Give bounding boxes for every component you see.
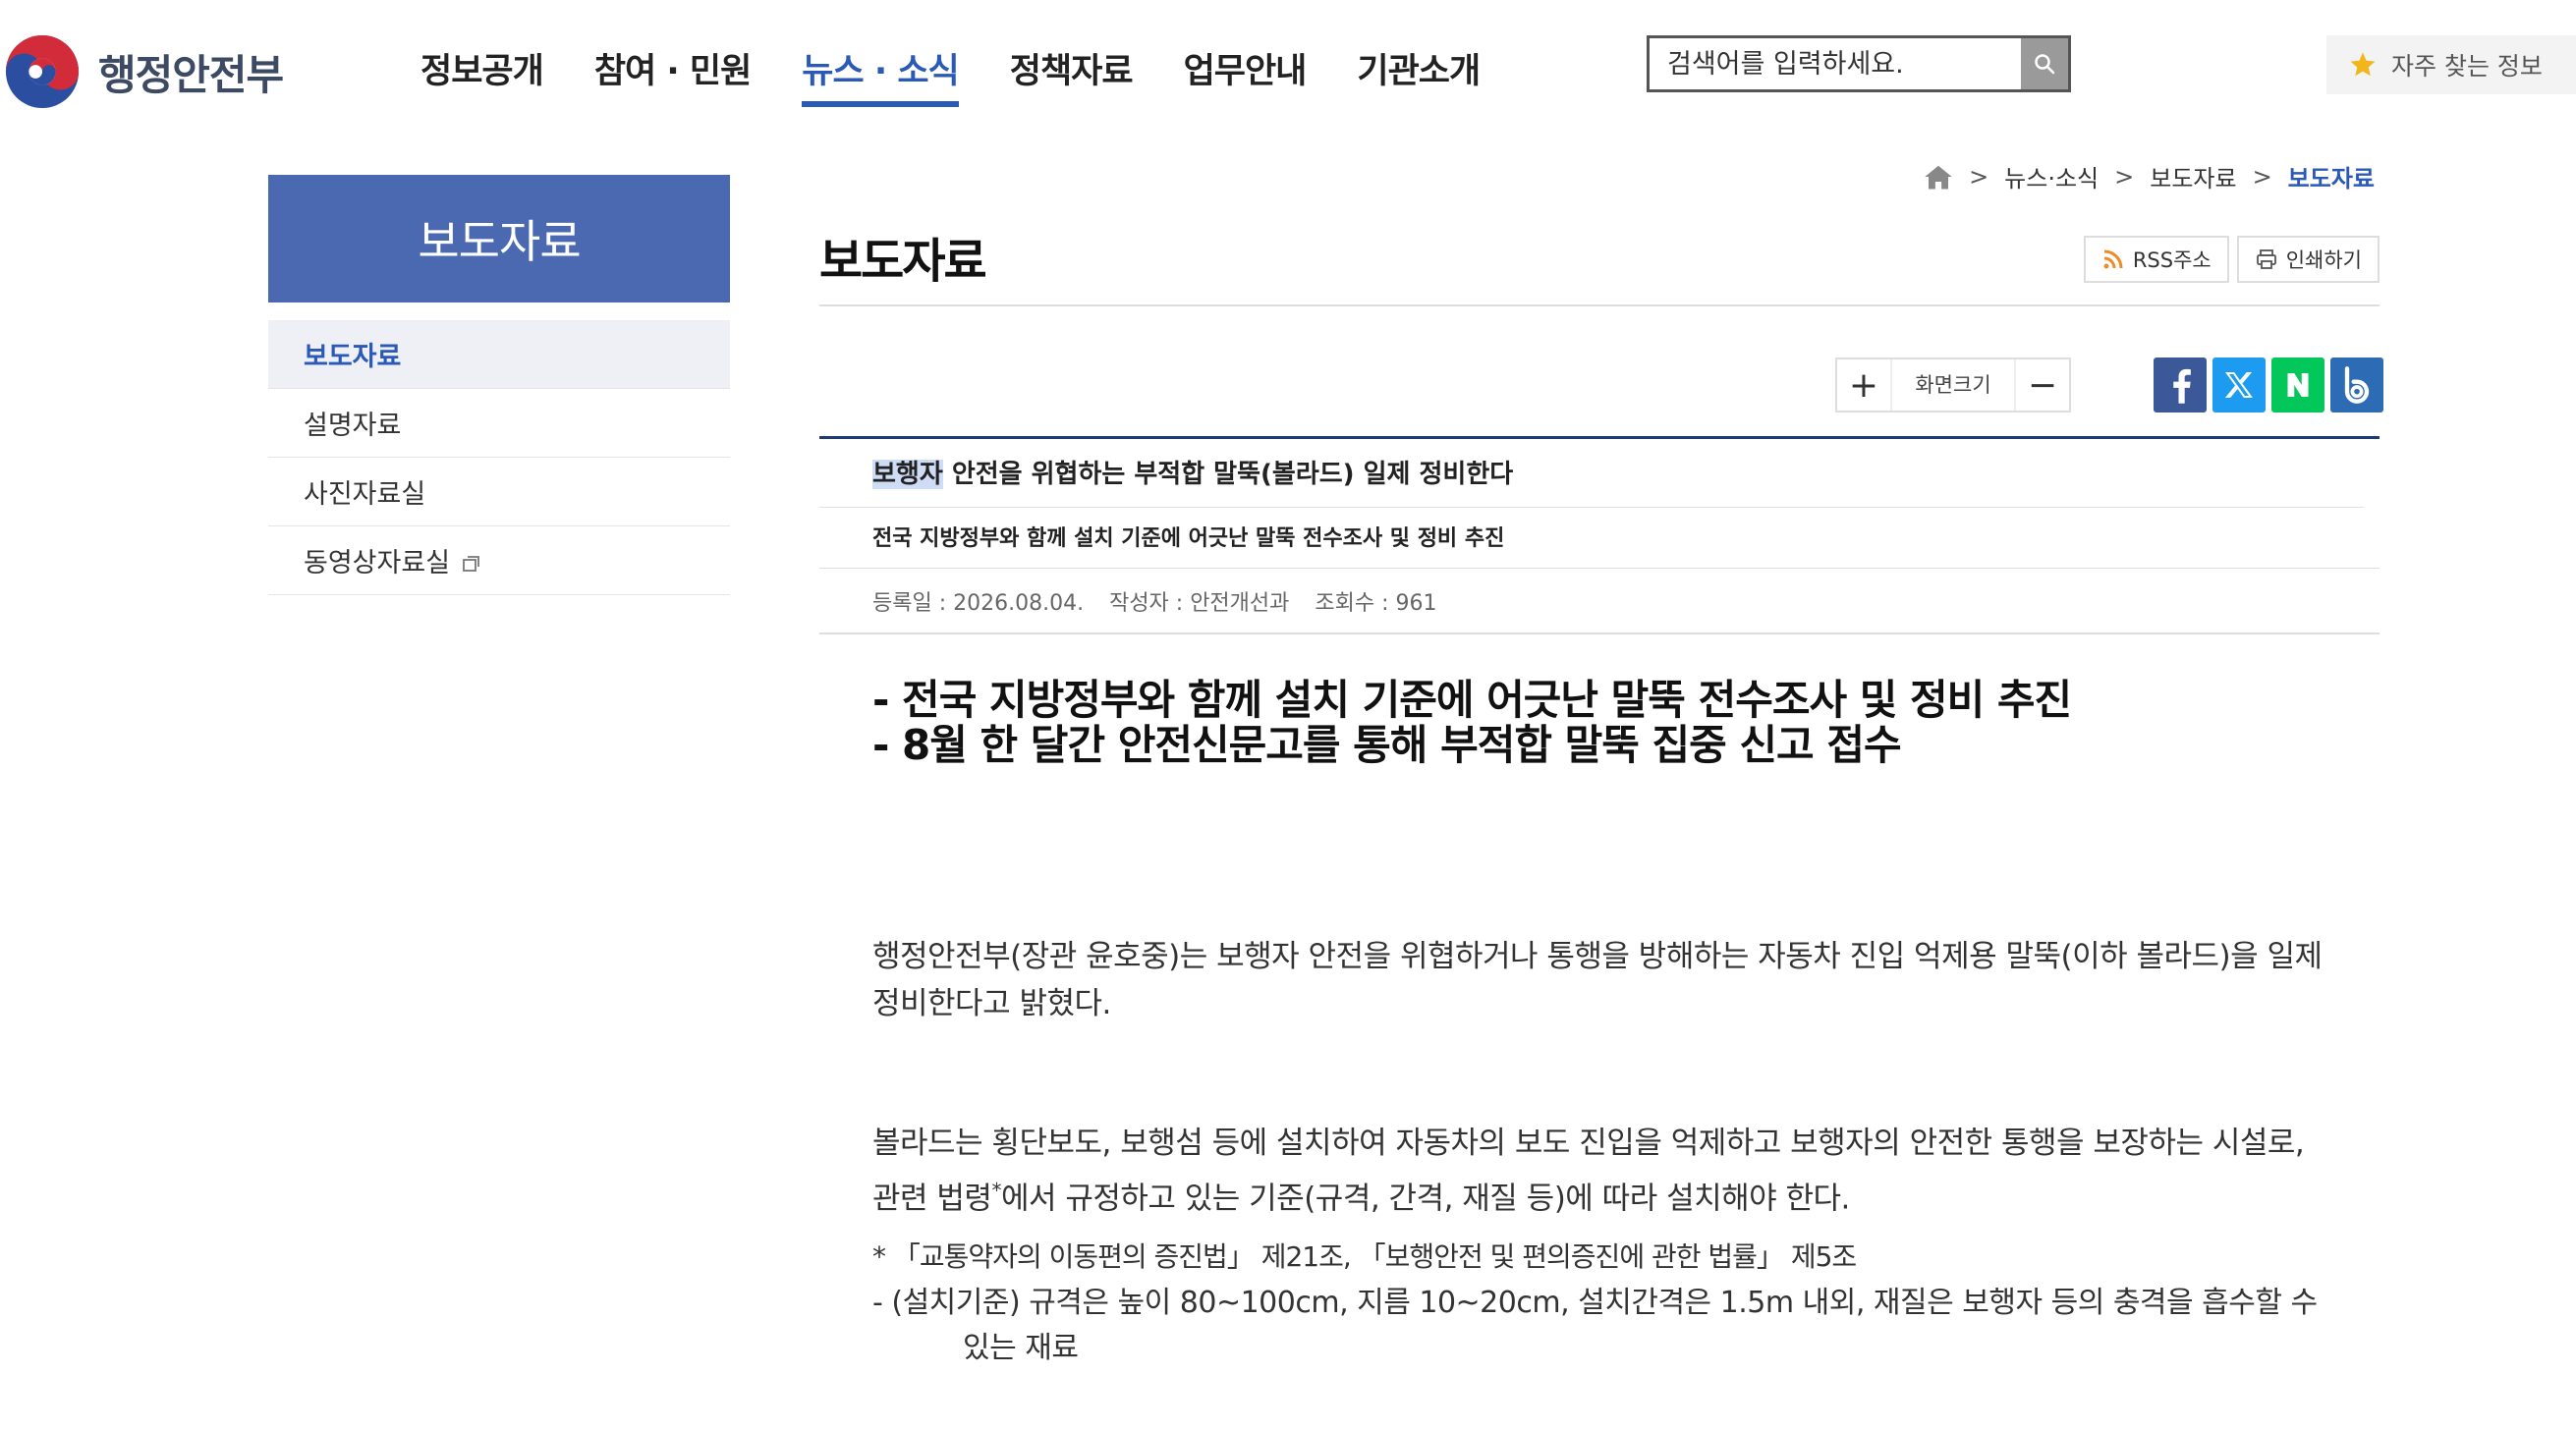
- installation-standard-note: - (설치기준) 규격은 높이 80~100cm, 지름 10~20cm, 설치…: [872, 1281, 2326, 1371]
- sidebar-item-label: 보도자료: [304, 342, 402, 372]
- font-size-increase-button[interactable]: +: [1837, 359, 1890, 411]
- title-divider: [819, 304, 2380, 306]
- taegeuk-logo-icon: [5, 34, 80, 109]
- headline-2: - 8월 한 달간 안전신문고를 통해 부적합 말뚝 집중 신고 접수: [872, 721, 1902, 769]
- sidebar-item-label: 사진자료실: [304, 479, 426, 510]
- x-share-button[interactable]: [2212, 358, 2266, 412]
- nav-item-participation[interactable]: 참여 · 민원: [594, 43, 752, 107]
- font-size-label: 화면크기: [1890, 359, 2016, 411]
- sidebar-item-explanation[interactable]: 설명자료: [268, 389, 730, 458]
- star-icon: [2350, 52, 2376, 77]
- page-title: 보도자료: [819, 234, 987, 289]
- standard-note-line-2: 있는 재료: [963, 1331, 1079, 1365]
- font-size-decrease-button[interactable]: −: [2016, 359, 2069, 411]
- article-top-border: [819, 436, 2380, 439]
- logo-text: 행정안전부: [98, 50, 284, 99]
- facebook-icon: [2173, 368, 2191, 404]
- nav-item-policy[interactable]: 정책자료: [1010, 43, 1134, 107]
- search-button[interactable]: [2021, 38, 2068, 89]
- printer-icon: [2256, 249, 2276, 269]
- sidebar-item-photo[interactable]: 사진자료실: [268, 458, 730, 526]
- font-size-control: + 화면크기 −: [1835, 358, 2071, 412]
- search-input[interactable]: [1650, 38, 2021, 89]
- favorites-button[interactable]: 자주 찾는 정보: [2326, 35, 2576, 94]
- share-buttons: [2148, 358, 2383, 412]
- meta-divider: [819, 568, 2380, 569]
- naver-share-button[interactable]: [2271, 358, 2324, 412]
- headline-1: - 전국 지방정부와 함께 설치 기준에 어긋난 말뚝 전수조사 및 정비 추진: [872, 676, 2072, 724]
- article-subtitle: 전국 지방정부와 함께 설치 기준에 어긋난 말뚝 전수조사 및 정비 추진: [872, 526, 1505, 551]
- article-paragraph-2: 볼라드는 횡단보도, 보행섬 등에 설치하여 자동차의 보도 진입을 억제하고 …: [872, 1120, 2326, 1222]
- sidebar-item-video[interactable]: 동영상자료실: [268, 526, 730, 595]
- print-label: 인쇄하기: [2285, 248, 2362, 272]
- article-date: 등록일 : 2026.08.04.: [872, 591, 1085, 616]
- article-views: 조회수 : 961: [1315, 591, 1437, 616]
- search-icon: [2035, 54, 2055, 75]
- print-button[interactable]: 인쇄하기: [2236, 236, 2380, 283]
- naver-icon: [2287, 373, 2309, 397]
- favorites-label: 자주 찾는 정보: [2391, 52, 2543, 81]
- facebook-share-button[interactable]: [2154, 358, 2207, 412]
- sidebar-item-label: 동영상자료실: [304, 548, 451, 578]
- rss-label: RSS주소: [2132, 248, 2212, 272]
- breadcrumb-separator: >: [1969, 162, 1989, 191]
- breadcrumb-separator: >: [2114, 162, 2135, 191]
- article-headlines: - 전국 지방정부와 함께 설치 기준에 어긋난 말뚝 전수조사 및 정비 추진…: [872, 676, 2072, 769]
- breadcrumb-separator: >: [2252, 162, 2272, 191]
- band-share-button[interactable]: [2330, 358, 2383, 412]
- rss-icon: [2103, 249, 2123, 269]
- x-icon: [2224, 372, 2253, 398]
- article-author: 작성자 : 안전개선과: [1109, 591, 1290, 616]
- article-paragraph-1: 행정안전부(장관 윤호중)는 보행자 안전을 위협하거나 통행을 방해하는 자동…: [872, 939, 2323, 1021]
- footnote-marker: *: [991, 1179, 1001, 1202]
- sidebar-item-press-release[interactable]: 보도자료: [268, 320, 730, 389]
- nav-item-news[interactable]: 뉴스 · 소식: [802, 43, 960, 107]
- nav-item-about[interactable]: 기관소개: [1357, 43, 1481, 107]
- meta-bottom-divider: [819, 632, 2380, 634]
- sidebar-item-label: 설명자료: [304, 411, 402, 441]
- footnote-law: * 「교통약자의 이동편의 증진법」 제21조, 「보행안전 및 편의증진에 관…: [872, 1240, 1857, 1273]
- article-title: 보행자 안전을 위협하는 부적합 말뚝(볼라드) 일제 정비한다: [872, 454, 1513, 490]
- article-title-highlight: 보행자: [872, 460, 943, 489]
- subtitle-divider: [819, 507, 2364, 508]
- nav-item-work[interactable]: 업무안내: [1184, 43, 1308, 107]
- global-nav: 정보공개 참여 · 민원 뉴스 · 소식 정책자료 업무안내 기관소개: [420, 43, 1531, 107]
- article-meta: 등록일 : 2026.08.04. 작성자 : 안전개선과 조회수 : 961: [872, 585, 1463, 617]
- external-window-icon: [463, 555, 479, 572]
- breadcrumb-item-current[interactable]: 보도자료: [2288, 159, 2375, 193]
- search-box: [1647, 35, 2071, 92]
- breadcrumb-item-news[interactable]: 뉴스·소식: [2004, 159, 2099, 193]
- page-tools: RSS주소 인쇄하기: [2076, 236, 2380, 283]
- band-icon: [2344, 366, 2370, 404]
- sidebar-title: 보도자료: [268, 175, 730, 302]
- paragraph-2-text-b: 에서 규정하고 있는 기준(규격, 간격, 재질 등)에 따라 설치해야 한다.: [1000, 1181, 1850, 1217]
- standard-note-line-1: - (설치기준) 규격은 높이 80~100cm, 지름 10~20cm, 설치…: [872, 1286, 2318, 1320]
- breadcrumb: > 뉴스·소식 > 보도자료 > 보도자료: [1924, 159, 2375, 193]
- article-title-text: 안전을 위협하는 부적합 말뚝(볼라드) 일제 정비한다: [942, 460, 1514, 489]
- sidebar-menu: 보도자료 설명자료 사진자료실 동영상자료실: [268, 320, 730, 595]
- logo[interactable]: 행정안전부: [4, 33, 284, 110]
- rss-button[interactable]: RSS주소: [2083, 236, 2229, 283]
- home-icon[interactable]: [1924, 163, 1953, 191]
- site-header: 행정안전부 정보공개 참여 · 민원 뉴스 · 소식 정책자료 업무안내 기관소…: [0, 0, 2576, 138]
- nav-item-info-disclosure[interactable]: 정보공개: [420, 43, 544, 107]
- breadcrumb-item-press[interactable]: 보도자료: [2150, 159, 2236, 193]
